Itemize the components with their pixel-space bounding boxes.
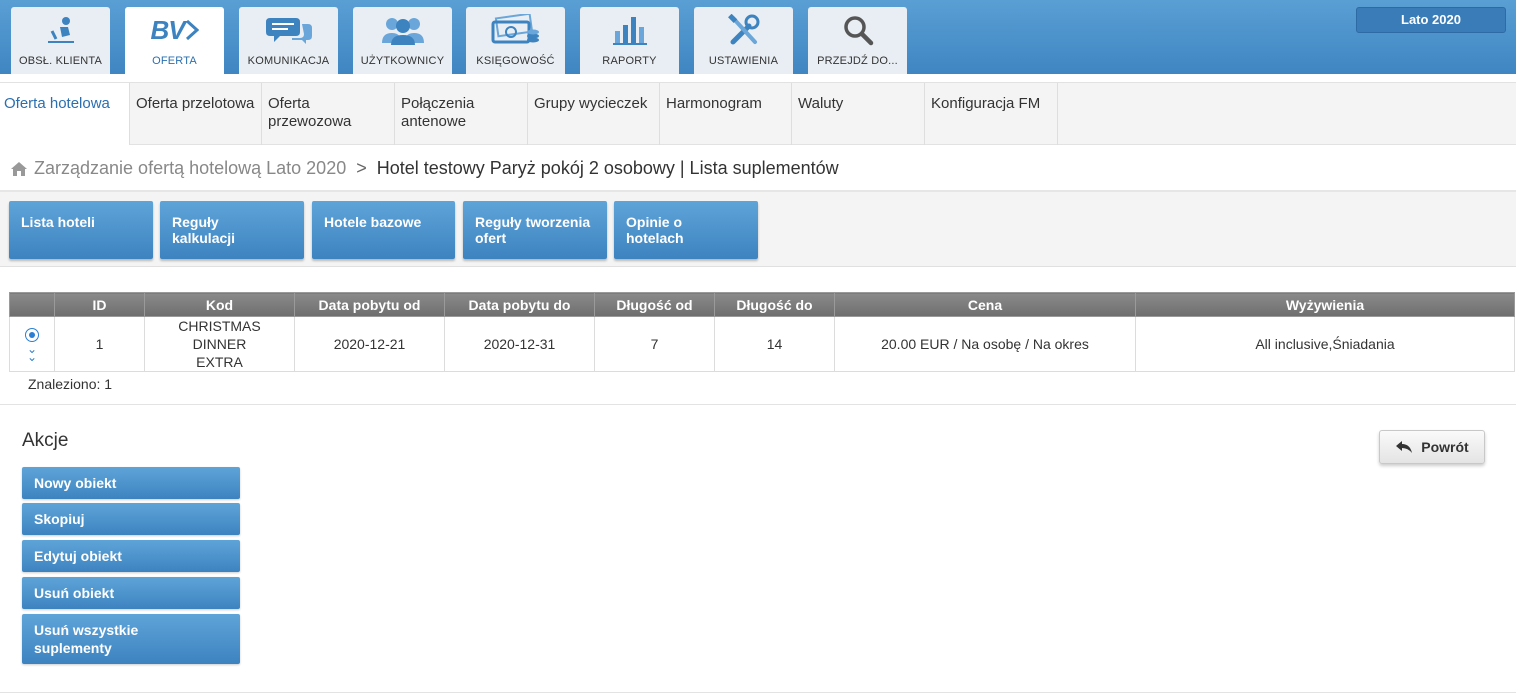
table-header-row: ID Kod Data pobytu od Data pobytu do Dłu… bbox=[9, 292, 1515, 317]
row-select-cell: ⌄ ⌄ bbox=[9, 316, 55, 372]
tab-komunikacja[interactable]: KOMUNIKACJA bbox=[239, 7, 338, 74]
tab-uzytkownicy[interactable]: UŻYTKOWNICY bbox=[353, 7, 452, 74]
column-header-data-do[interactable]: Data pobytu do bbox=[444, 292, 595, 317]
hotele-bazowe-button[interactable]: Hotele bazowe bbox=[312, 201, 455, 259]
subnav-waluty[interactable]: Waluty bbox=[792, 83, 925, 145]
subnav-polaczenia-antenowe[interactable]: Połączenia antenowe bbox=[395, 83, 528, 145]
cell-dlugosc-od: 7 bbox=[594, 316, 715, 372]
tab-ustawienia[interactable]: USTAWIENIA bbox=[694, 7, 793, 74]
tab-oferta[interactable]: BV OFERTA bbox=[125, 7, 224, 74]
tab-label: KSIĘGOWOŚĆ bbox=[476, 55, 555, 67]
results-count: Znaleziono: 1 bbox=[28, 376, 113, 392]
skopiuj-button[interactable]: Skopiuj bbox=[22, 503, 240, 535]
expand-chevron-icon[interactable]: ⌄ ⌄ bbox=[10, 343, 54, 363]
subnav-oferta-przelotowa[interactable]: Oferta przelotowa bbox=[130, 83, 262, 145]
tab-label: OBSŁ. KLIENTA bbox=[18, 55, 103, 67]
reguly-tworzenia-ofert-button[interactable]: Reguły tworzenia ofert bbox=[463, 201, 607, 259]
home-icon[interactable] bbox=[10, 161, 28, 177]
column-header-dlugosc-do[interactable]: Długość do bbox=[714, 292, 835, 317]
row-radio-button[interactable] bbox=[25, 327, 39, 342]
subnav-oferta-przewozowa[interactable]: Oferta przewozowa bbox=[262, 83, 395, 145]
tab-label: KOMUNIKACJA bbox=[247, 55, 330, 67]
breadcrumb-parent-link[interactable]: Zarządzanie ofertą hotelową Lato 2020 bbox=[34, 158, 346, 179]
tab-label: PRZEJDŹ DO... bbox=[817, 55, 898, 67]
sub-navigation: Oferta hotelowa Oferta przelotowa Oferta… bbox=[0, 82, 1516, 145]
supplements-table: ID Kod Data pobytu od Data pobytu do Dłu… bbox=[9, 292, 1515, 372]
column-header-kod[interactable]: Kod bbox=[144, 292, 295, 317]
back-button-label: Powrót bbox=[1421, 439, 1469, 455]
divider bbox=[0, 404, 1516, 405]
column-header-id[interactable]: ID bbox=[54, 292, 145, 317]
column-header-wyzywienia[interactable]: Wyżywienia bbox=[1135, 292, 1515, 317]
opinie-o-hotelach-button[interactable]: Opinie o hotelach bbox=[614, 201, 758, 259]
subnav-harmonogram[interactable]: Harmonogram bbox=[660, 83, 792, 145]
back-arrow-icon bbox=[1396, 441, 1413, 453]
edytuj-obiekt-button[interactable]: Edytuj obiekt bbox=[22, 540, 240, 572]
breadcrumb-current: Hotel testowy Paryż pokój 2 osobowy | Li… bbox=[376, 158, 839, 178]
tab-ksiegowosc[interactable]: KSIĘGOWOŚĆ bbox=[466, 7, 565, 74]
customer-service-icon bbox=[11, 13, 110, 47]
tab-label: UŻYTKOWNICY bbox=[360, 55, 445, 67]
search-icon bbox=[808, 13, 907, 47]
table-row[interactable]: ⌄ ⌄ 1 CHRISTMAS DINNER EXTRA 2020-12-21 2… bbox=[9, 316, 1515, 372]
breadcrumb-separator: > bbox=[356, 158, 367, 178]
cell-cena: 20.00 EUR / Na osobę / Na okres bbox=[834, 316, 1136, 372]
tab-label: USTAWIENIA bbox=[708, 55, 779, 67]
tab-przejdz-do[interactable]: PRZEJDŹ DO... bbox=[808, 7, 907, 74]
tab-label: OFERTA bbox=[152, 55, 197, 67]
money-icon bbox=[466, 13, 565, 47]
top-navigation-bar: OBSŁ. KLIENTA BV OFERTA KOMUNIKACJA UŻYT… bbox=[0, 0, 1516, 74]
column-header-dlugosc-od[interactable]: Długość od bbox=[594, 292, 715, 317]
usun-wszystkie-suplementy-button[interactable]: Usuń wszystkie suplementy bbox=[22, 614, 240, 664]
column-header-select bbox=[9, 292, 55, 317]
bar-chart-icon bbox=[580, 13, 679, 47]
usun-obiekt-button[interactable]: Usuń obiekt bbox=[22, 577, 240, 609]
subnav-grupy-wycieczek[interactable]: Grupy wycieczek bbox=[528, 83, 660, 145]
bv-logo-icon: BV bbox=[125, 13, 224, 47]
lista-hoteli-button[interactable]: Lista hoteli bbox=[9, 201, 153, 259]
cell-id: 1 bbox=[54, 316, 145, 372]
column-header-cena[interactable]: Cena bbox=[834, 292, 1136, 317]
cell-wyzywienia: All inclusive,Śniadania bbox=[1135, 316, 1515, 372]
reguly-kalkulacji-button[interactable]: Reguły kalkulacji bbox=[160, 201, 304, 259]
cell-dlugosc-do: 14 bbox=[714, 316, 835, 372]
actions-title: Akcje bbox=[22, 430, 69, 451]
tab-label: RAPORTY bbox=[602, 55, 657, 67]
cell-kod: CHRISTMAS DINNER EXTRA bbox=[144, 316, 295, 372]
users-icon bbox=[353, 13, 452, 47]
chat-icon bbox=[239, 13, 338, 47]
divider bbox=[0, 692, 1516, 693]
back-button[interactable]: Powrót bbox=[1379, 430, 1485, 464]
cell-data-od: 2020-12-21 bbox=[294, 316, 445, 372]
subnav-oferta-hotelowa[interactable]: Oferta hotelowa bbox=[0, 83, 130, 145]
tab-raporty[interactable]: RAPORTY bbox=[580, 7, 679, 74]
section-toolbar: Lista hoteli Reguły kalkulacji Hotele ba… bbox=[0, 192, 1516, 267]
column-header-data-od[interactable]: Data pobytu od bbox=[294, 292, 445, 317]
cell-data-do: 2020-12-31 bbox=[444, 316, 595, 372]
nowy-obiekt-button[interactable]: Nowy obiekt bbox=[22, 467, 240, 499]
tools-icon bbox=[694, 13, 793, 47]
tab-obsl-klienta[interactable]: OBSŁ. KLIENTA bbox=[11, 7, 110, 74]
breadcrumb: Zarządzanie ofertą hotelową Lato 2020 > … bbox=[10, 158, 839, 179]
subnav-konfiguracja-fm[interactable]: Konfiguracja FM bbox=[925, 83, 1058, 145]
season-selector[interactable]: Lato 2020 bbox=[1356, 7, 1506, 33]
